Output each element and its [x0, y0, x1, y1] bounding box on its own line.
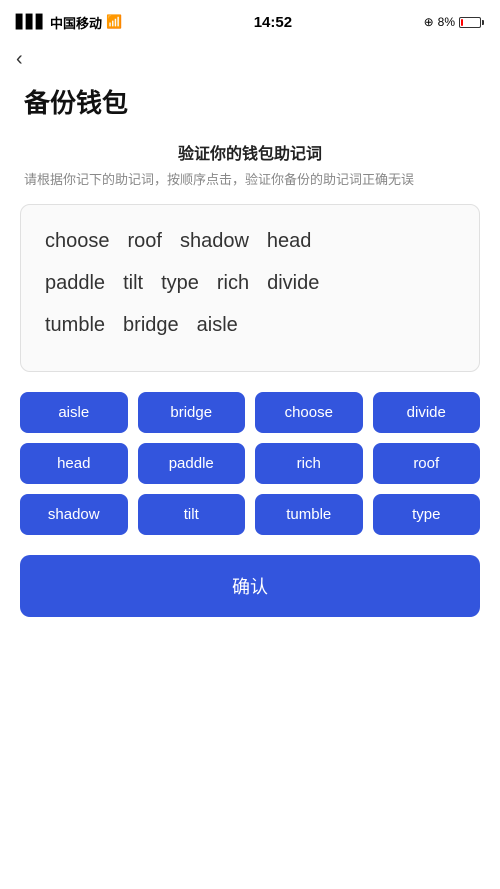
word-button-bridge[interactable]: bridge [138, 392, 246, 433]
display-word-divide: divide [267, 267, 319, 299]
display-word-type: type [161, 267, 199, 299]
word-button-rich[interactable]: rich [255, 443, 363, 484]
word-button-tilt[interactable]: tilt [138, 494, 246, 535]
display-word-tilt: tilt [123, 267, 143, 299]
carrier-signal: ▋▋▋ 中国移动 📶 [16, 13, 122, 32]
word-button-tumble[interactable]: tumble [255, 494, 363, 535]
carrier-name: 中国移动 [50, 13, 102, 32]
back-arrow-icon: ‹ [16, 48, 23, 71]
display-word-head: head [267, 225, 312, 257]
display-word-choose: choose [45, 225, 110, 257]
status-bar: ▋▋▋ 中国移动 📶 14:52 ⊕ 8% [0, 0, 500, 40]
section-title: 验证你的钱包助记词 [0, 140, 500, 164]
section-description: 请根据你记下的助记词，按顺序点击，验证你备份的助记词正确无误 [0, 170, 500, 190]
antenna-icon: ⊕ [424, 15, 434, 29]
word-button-shadow[interactable]: shadow [20, 494, 128, 535]
battery-percent: 8% [438, 15, 455, 29]
back-button[interactable]: ‹ [0, 40, 500, 75]
word-button-roof[interactable]: roof [373, 443, 481, 484]
battery-area: ⊕ 8% [424, 15, 484, 29]
word-button-type[interactable]: type [373, 494, 481, 535]
display-word-shadow: shadow [180, 225, 249, 257]
word-row-1: choose roof shadow head [45, 225, 455, 257]
word-button-divide[interactable]: divide [373, 392, 481, 433]
word-button-choose[interactable]: choose [255, 392, 363, 433]
display-word-aisle: aisle [197, 309, 238, 341]
display-word-roof: roof [128, 225, 162, 257]
display-word-paddle: paddle [45, 267, 105, 299]
word-button-paddle[interactable]: paddle [138, 443, 246, 484]
confirm-button[interactable]: 确认 [20, 555, 480, 617]
word-row-2: paddle tilt type rich divide [45, 267, 455, 299]
signal-bars: ▋▋▋ [16, 14, 46, 30]
display-word-bridge: bridge [123, 309, 179, 341]
confirm-button-wrapper: 确认 [0, 555, 500, 647]
word-button-head[interactable]: head [20, 443, 128, 484]
wifi-icon: 📶 [106, 14, 122, 30]
clock: 14:52 [254, 14, 292, 31]
page-title: 备份钱包 [0, 75, 500, 140]
word-row-3: tumble bridge aisle [45, 309, 455, 341]
word-buttons-grid: aisle bridge choose divide head paddle r… [0, 392, 500, 535]
word-button-aisle[interactable]: aisle [20, 392, 128, 433]
display-word-rich: rich [217, 267, 249, 299]
display-word-tumble: tumble [45, 309, 105, 341]
words-display-box: choose roof shadow head paddle tilt type… [20, 204, 480, 372]
battery-icon [459, 17, 484, 28]
